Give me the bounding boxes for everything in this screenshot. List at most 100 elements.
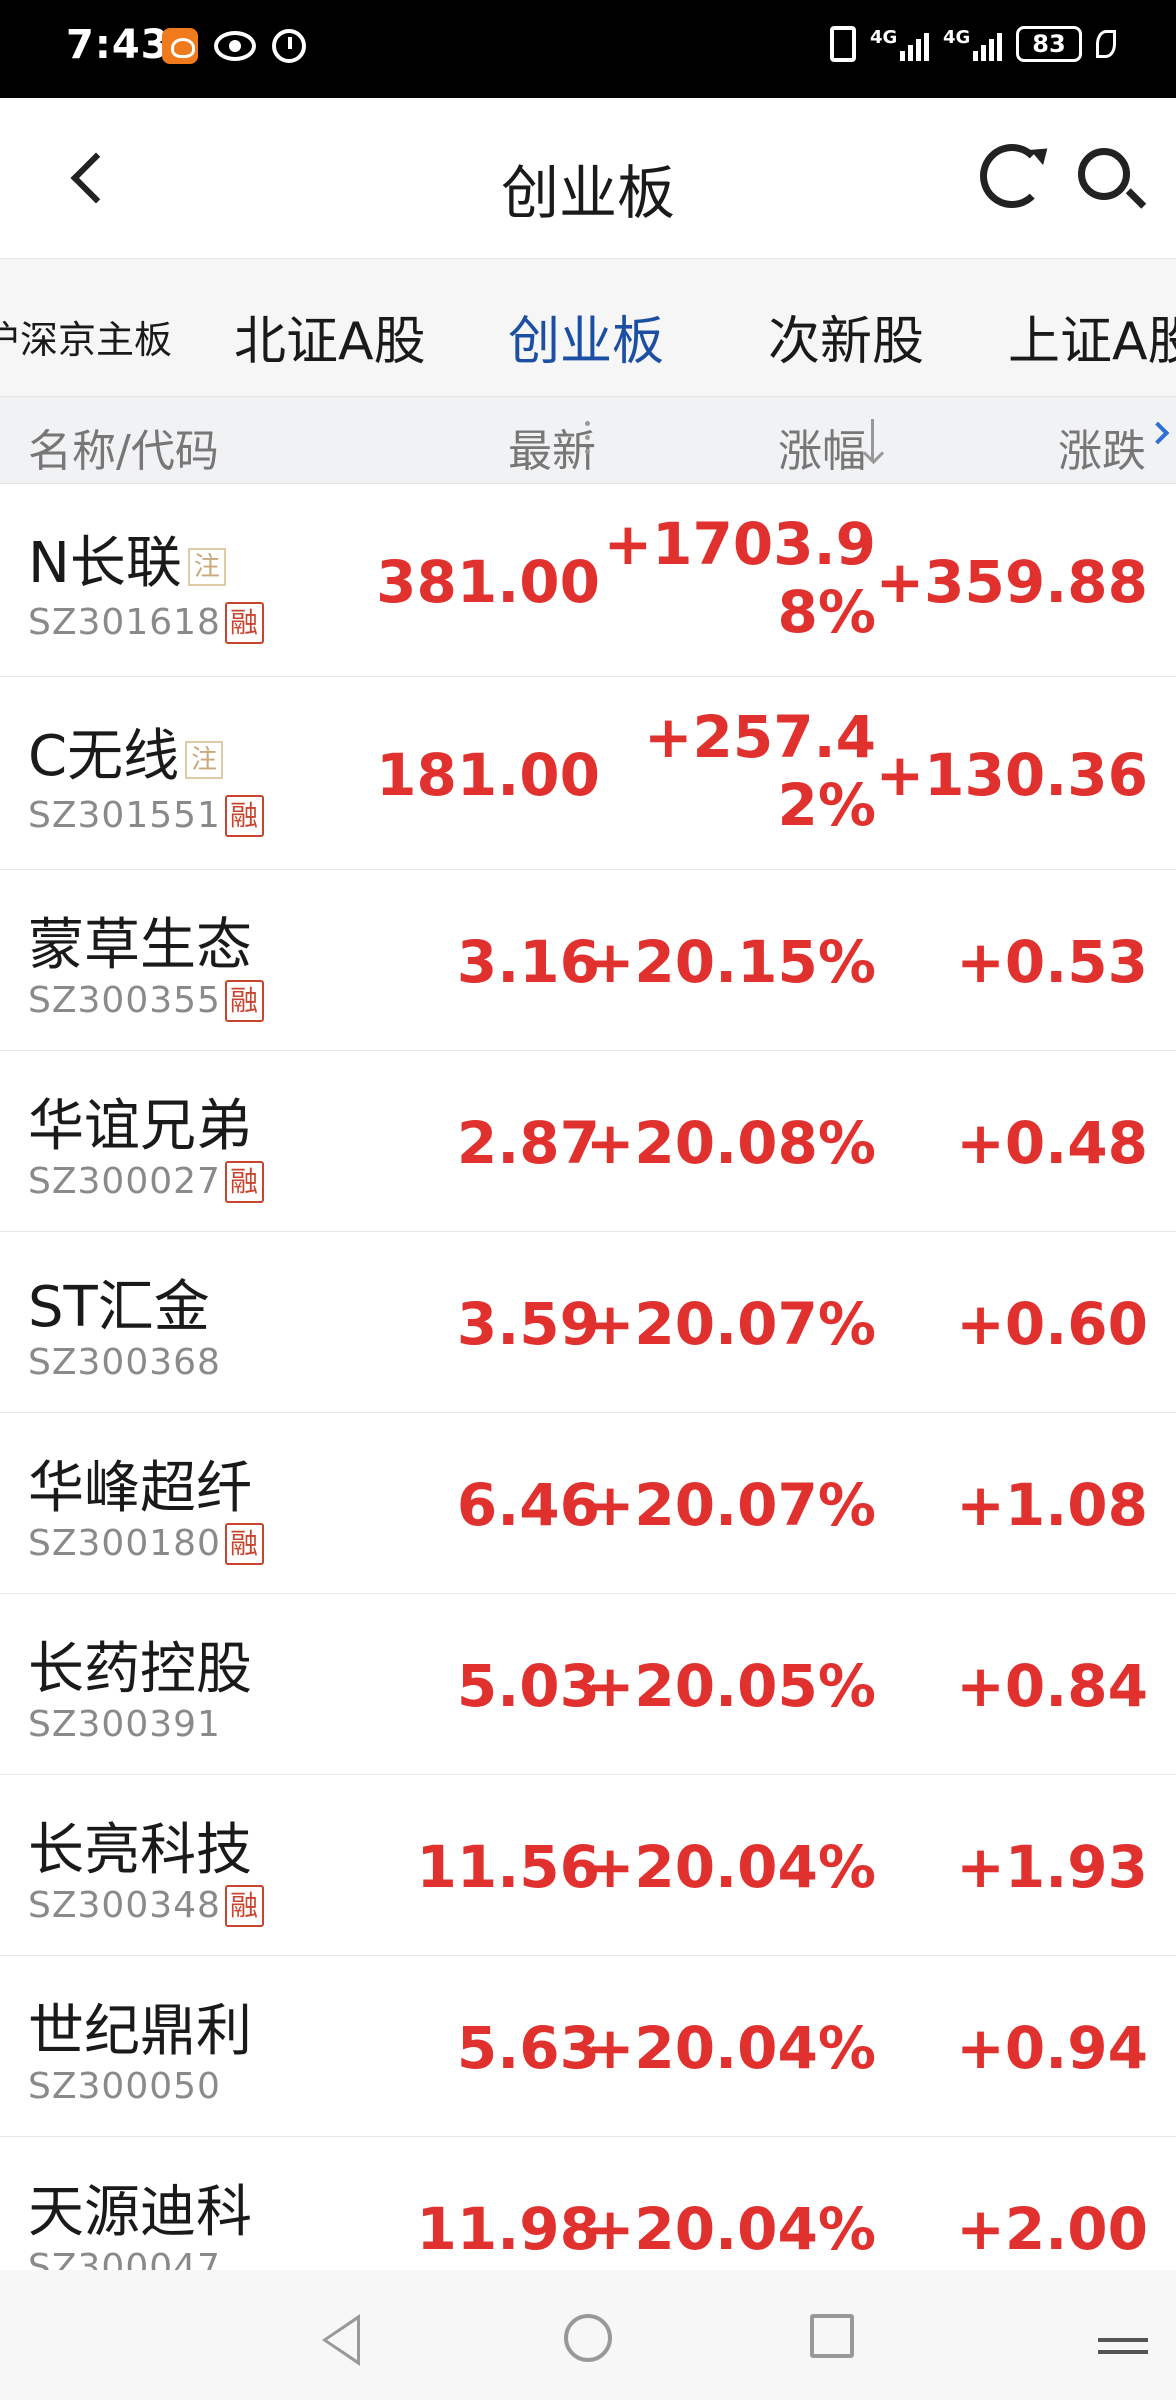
tab-chinext[interactable]: 创业板	[508, 299, 664, 374]
nav-back-icon[interactable]	[322, 2314, 360, 2366]
tab-shanghai-a[interactable]: 上证A股	[1008, 299, 1176, 374]
margin-tag: 融	[224, 980, 264, 1022]
latest-price: 3.16	[456, 928, 600, 996]
stock-name: C无线	[28, 724, 180, 789]
chevron-right-icon[interactable]	[1146, 421, 1170, 445]
signal-icon: 4G	[870, 27, 929, 61]
list-item[interactable]: 蒙草生态 SZ300355 融 3.16 +20.15% +0.53	[0, 870, 1176, 1051]
latest-price: 181.00	[376, 741, 600, 809]
margin-tag: 融	[224, 795, 264, 837]
nav-home-icon[interactable]	[564, 2314, 612, 2362]
stock-list: N长联注 SZ301618 融 381.00 +1703.98% +359.88 …	[0, 484, 1176, 2318]
column-name[interactable]: 名称/代码	[28, 415, 219, 479]
stock-code: SZ300180	[28, 1523, 221, 1564]
list-item[interactable]: N长联注 SZ301618 融 381.00 +1703.98% +359.88	[0, 484, 1176, 677]
change-percent: +20.07%	[585, 1471, 876, 1539]
column-change-pct[interactable]: 涨幅	[778, 415, 866, 479]
change-amount: +0.84	[956, 1652, 1148, 1720]
latest-price: 381.00	[376, 548, 600, 616]
tab-shenzhen-main[interactable]: 沪深京主板	[0, 309, 172, 364]
column-change[interactable]: 涨跌	[1058, 415, 1146, 479]
change-amount: +0.60	[956, 1290, 1148, 1358]
list-item[interactable]: C无线注 SZ301551 融 181.00 +257.42% +130.36	[0, 677, 1176, 870]
margin-tag: 融	[224, 1523, 264, 1565]
latest-price: 5.03	[456, 1652, 600, 1720]
stock-name: N长联	[28, 531, 182, 596]
change-percent: +20.05%	[585, 1652, 876, 1720]
sort-descending-icon[interactable]	[858, 419, 874, 461]
stock-code-row: SZ301551 融	[28, 795, 264, 837]
margin-tag: 融	[224, 1885, 264, 1927]
alarm-icon	[272, 29, 306, 63]
menu-icon[interactable]	[1098, 2338, 1148, 2362]
stock-name: 蒙草生态	[28, 913, 252, 978]
stock-code: SZ301551	[28, 795, 221, 836]
change-percent: +1703.98%	[603, 510, 876, 646]
stock-name: 长亮科技	[28, 1818, 252, 1883]
stock-code: SZ300391	[28, 1704, 221, 1745]
stock-code: SZ300050	[28, 2066, 221, 2107]
change-amount: +130.36	[875, 741, 1148, 809]
stock-name: 华谊兄弟	[28, 1094, 252, 1159]
stock-code-row: SZ300180 融	[28, 1523, 264, 1565]
change-amount: +1.08	[956, 1471, 1148, 1539]
tab-beijing-a[interactable]: 北证A股	[234, 299, 426, 374]
stock-name-row: N长联注	[28, 518, 226, 599]
list-item[interactable]: 长亮科技 SZ300348 融 11.56 +20.04% +1.93	[0, 1775, 1176, 1956]
market-tabs: 沪深京主板 北证A股 创业板 次新股 上证A股	[0, 258, 1176, 396]
change-amount: +0.53	[956, 928, 1148, 996]
vibrate-icon	[830, 26, 856, 62]
change-percent: +20.04%	[585, 1833, 876, 1901]
stock-name: 天源迪科	[28, 2180, 252, 2245]
latest-price: 5.63	[456, 2014, 600, 2082]
change-percent: +20.07%	[585, 1290, 876, 1358]
app-header: 创业板	[0, 98, 1176, 258]
list-item[interactable]: 世纪鼎利 SZ300050 5.63 +20.04% +0.94	[0, 1956, 1176, 2137]
change-percent: +20.08%	[585, 1109, 876, 1177]
stock-code: SZ301618	[28, 602, 221, 643]
stock-name: 长药控股	[28, 1637, 252, 1702]
change-amount: +359.88	[875, 548, 1148, 616]
latest-price: 6.46	[456, 1471, 600, 1539]
network-label: 4G	[870, 27, 898, 48]
list-item[interactable]: 华峰超纤 SZ300180 融 6.46 +20.07% +1.08	[0, 1413, 1176, 1594]
stock-code: SZ300355	[28, 980, 221, 1021]
refresh-icon[interactable]	[980, 144, 1044, 208]
search-icon[interactable]	[1078, 148, 1130, 200]
status-bar: 7:43 4G 4G 83	[0, 0, 1176, 98]
stock-name: 世纪鼎利	[28, 1999, 252, 2064]
change-percent: +20.04%	[585, 2195, 876, 2263]
status-time: 7:43	[66, 22, 170, 68]
list-item[interactable]: ST汇金 SZ300368 3.59 +20.07% +0.60	[0, 1232, 1176, 1413]
stock-code-row: SZ300355 融	[28, 980, 264, 1022]
list-item[interactable]: 长药控股 SZ300391 5.03 +20.05% +0.84	[0, 1594, 1176, 1775]
column-latest[interactable]: 最新	[508, 415, 596, 479]
stock-code: SZ300368	[28, 1342, 221, 1383]
stock-code-row: SZ300348 融	[28, 1885, 264, 1927]
app-notification-icon	[162, 28, 198, 64]
latest-price: 11.98	[416, 2195, 600, 2263]
tab-new-listings[interactable]: 次新股	[768, 299, 924, 374]
change-percent: +20.15%	[585, 928, 876, 996]
latest-price: 3.59	[456, 1290, 600, 1358]
stock-name-row: C无线注	[28, 711, 224, 792]
column-header: 名称/代码 最新 涨幅 涨跌	[0, 396, 1176, 484]
change-amount: +0.48	[956, 1109, 1148, 1177]
change-percent: +257.42%	[643, 703, 876, 839]
leaf-icon	[1096, 30, 1116, 58]
registration-tag: 注	[187, 547, 226, 586]
more-options-icon[interactable]	[585, 421, 591, 459]
margin-tag: 融	[224, 1161, 264, 1203]
change-percent: +20.04%	[585, 2014, 876, 2082]
stock-code: SZ300027	[28, 1161, 221, 1202]
signal-icon-2: 4G	[943, 27, 1002, 61]
stock-code-row: SZ300027 融	[28, 1161, 264, 1203]
system-nav-bar	[0, 2270, 1176, 2400]
eye-icon	[214, 31, 256, 61]
network-label-2: 4G	[943, 27, 971, 48]
list-item[interactable]: 华谊兄弟 SZ300027 融 2.87 +20.08% +0.48	[0, 1051, 1176, 1232]
registration-tag: 注	[185, 740, 224, 779]
nav-recent-apps-icon[interactable]	[810, 2314, 854, 2358]
stock-name: ST汇金	[28, 1275, 210, 1340]
latest-price: 11.56	[416, 1833, 600, 1901]
